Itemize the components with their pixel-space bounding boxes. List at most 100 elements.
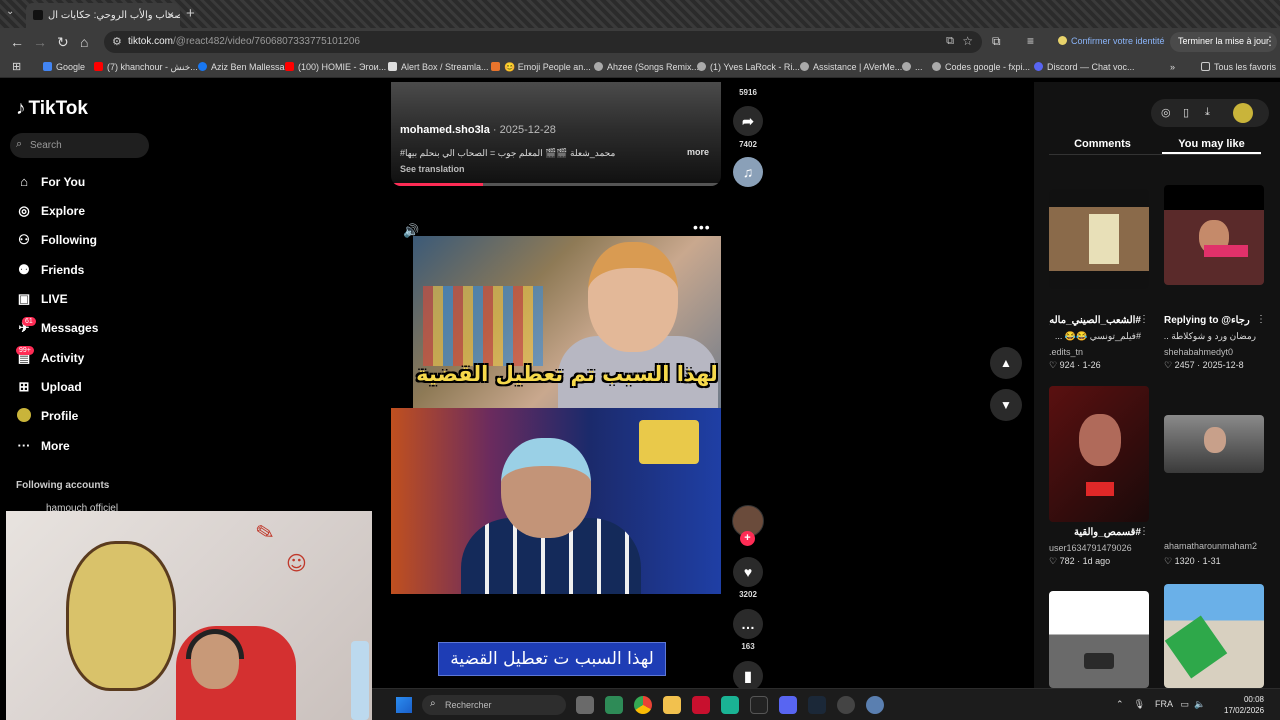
language-indicator[interactable]: FRA bbox=[1155, 699, 1173, 709]
browser-tab[interactable]: الصحاب والأب الروحي: حكايات ال... × bbox=[26, 3, 180, 28]
suggested-video-thumbnail[interactable] bbox=[1164, 584, 1264, 688]
taskbar-app-icon[interactable] bbox=[605, 696, 623, 714]
see-translation-link[interactable]: See translation bbox=[400, 164, 465, 174]
video-author[interactable]: mohamed.sho3la · 2025-12-28 bbox=[400, 124, 556, 136]
more-button[interactable]: more bbox=[687, 147, 709, 157]
taskbar-app-icon[interactable] bbox=[837, 696, 855, 714]
card-title[interactable]: Replying to @رجاء bbox=[1164, 315, 1256, 326]
file-explorer-icon[interactable] bbox=[663, 696, 681, 714]
sidebar-item-more[interactable]: ··· More bbox=[16, 438, 70, 453]
card-author[interactable]: user1634791479026 bbox=[1049, 543, 1132, 553]
bookmark-item[interactable]: Discord — Chat voc... bbox=[1034, 62, 1135, 72]
video-progress-bar[interactable] bbox=[391, 183, 721, 186]
download-icon[interactable]: ⤓ bbox=[1205, 106, 1210, 119]
comment-button[interactable]: … 163 bbox=[733, 609, 763, 651]
new-tab-icon[interactable]: + bbox=[186, 5, 195, 22]
speaker-icon[interactable]: 🔈 bbox=[1194, 699, 1205, 709]
bookmark-item[interactable]: (100) HOMIE - Эгои... bbox=[285, 62, 386, 72]
previous-video-card[interactable]: mohamed.sho3la · 2025-12-28 #محمد_شعلة 🎬… bbox=[391, 82, 721, 186]
share-button[interactable]: ➦ bbox=[733, 106, 763, 139]
avatar[interactable] bbox=[1233, 103, 1253, 123]
microphone-icon[interactable]: 🎙 bbox=[1134, 699, 1145, 709]
more-options-icon[interactable]: ⋮ bbox=[1139, 526, 1149, 537]
all-bookmarks-folder[interactable]: Tous les favoris bbox=[1201, 62, 1276, 72]
forward-arrow-icon[interactable]: → bbox=[33, 34, 47, 50]
bookmark-item[interactable]: (7) khanchour - خنش... bbox=[94, 62, 198, 73]
taskbar-search-input[interactable]: ⌕ Rechercher bbox=[422, 695, 566, 715]
sound-disc[interactable]: ♫ bbox=[733, 157, 763, 190]
chevron-up-icon[interactable]: ⌃ bbox=[1116, 699, 1124, 709]
compass-icon[interactable]: ◎ bbox=[1161, 106, 1171, 119]
suggested-video-thumbnail[interactable] bbox=[1049, 591, 1149, 688]
confirm-identity-button[interactable]: Confirmer votre identité bbox=[1058, 36, 1165, 46]
bookmark-item[interactable]: (1) Yves LaRock - Ri... bbox=[697, 62, 800, 72]
sidebar-item-profile[interactable]: Profile bbox=[16, 408, 78, 423]
tiktok-logo[interactable]: ♪ TikTok bbox=[16, 98, 88, 120]
phone-icon[interactable]: ▯ bbox=[1183, 106, 1189, 119]
bookmark-item[interactable]: Alert Box / Streamla... bbox=[388, 62, 489, 72]
video-frame-bottom bbox=[391, 408, 721, 594]
taskbar-app-icon[interactable] bbox=[721, 696, 739, 714]
back-arrow-icon[interactable]: ← bbox=[10, 34, 24, 50]
bookmark-star-icon[interactable]: ☆ bbox=[962, 34, 973, 48]
settings-gear-icon[interactable] bbox=[866, 696, 884, 714]
sidebar-item-following[interactable]: ⚇ Following bbox=[16, 232, 97, 248]
video-player[interactable]: 🔊 ••• لهذا السبب تم تعطيل القضية لهذا ال… bbox=[391, 214, 721, 688]
sidebar-item-for-you[interactable]: ⌂ For You bbox=[16, 174, 85, 189]
taskbar-app-icon[interactable] bbox=[750, 696, 768, 714]
sidebar-item-label: Friends bbox=[41, 263, 85, 277]
more-options-icon[interactable]: ⋮ bbox=[1139, 314, 1149, 325]
bookmark-item[interactable]: Codes google - fxpi... bbox=[932, 62, 1030, 72]
windows-start-icon[interactable] bbox=[396, 697, 412, 713]
sidebar-item-live[interactable]: ▣ LIVE bbox=[16, 291, 68, 307]
tab-comments[interactable]: Comments bbox=[1049, 138, 1156, 150]
taskbar-app-icon[interactable] bbox=[692, 696, 710, 714]
like-button[interactable]: ♥ 3202 bbox=[733, 557, 763, 599]
discord-icon[interactable] bbox=[779, 696, 797, 714]
card-title[interactable]: #قسمص_والقية bbox=[1049, 527, 1141, 538]
apps-grid-icon[interactable]: ⊞ bbox=[12, 60, 21, 73]
system-tray: ⌃ 🎙 FRA ▭ 🔈 bbox=[1116, 699, 1205, 710]
browser-menu-icon[interactable]: ⋮ bbox=[1264, 34, 1276, 48]
card-author[interactable]: ahamatharounmaham2 bbox=[1164, 541, 1257, 551]
tab-search-icon[interactable]: ⌄ bbox=[6, 6, 14, 17]
bookmark-item[interactable]: Assistance | AVerMe... bbox=[800, 62, 902, 72]
extensions-icon[interactable]: ⧉ bbox=[992, 34, 1001, 49]
finish-update-button[interactable]: Terminer la mise à jour bbox=[1170, 32, 1278, 52]
tab-you-may-like[interactable]: You may like bbox=[1162, 138, 1261, 150]
more-bookmarks-icon[interactable]: » bbox=[1170, 62, 1175, 72]
follow-plus-icon[interactable]: + bbox=[740, 531, 755, 546]
close-tab-icon[interactable]: × bbox=[167, 8, 174, 22]
sidebar-item-friends[interactable]: ⚉ Friends bbox=[16, 262, 84, 278]
network-icon[interactable]: ▭ bbox=[1181, 699, 1190, 709]
suggested-video-thumbnail[interactable] bbox=[1049, 189, 1149, 289]
more-options-icon[interactable]: ••• bbox=[693, 219, 711, 235]
taskbar-clock[interactable]: 00:08 17/02/2026 bbox=[1224, 694, 1264, 716]
steam-icon[interactable] bbox=[808, 696, 826, 714]
bookmark-item[interactable]: Google bbox=[43, 62, 85, 72]
chrome-icon[interactable] bbox=[634, 696, 652, 714]
card-author[interactable]: shehabahmedyt0 bbox=[1164, 347, 1233, 357]
bookmark-item[interactable]: Ahzee (Songs Remix... bbox=[594, 62, 699, 72]
reload-icon[interactable]: ↻ bbox=[57, 34, 69, 51]
task-view-icon[interactable] bbox=[576, 696, 594, 714]
home-icon[interactable]: ⌂ bbox=[80, 34, 88, 50]
site-info-icon[interactable]: ⚙ bbox=[112, 35, 122, 48]
sidebar-item-explore[interactable]: ◎ Explore bbox=[16, 203, 85, 219]
suggested-video-thumbnail[interactable] bbox=[1164, 415, 1264, 473]
previous-video-button[interactable]: ▲ bbox=[990, 347, 1022, 379]
bookmark-item[interactable]: 😊 Emoji People an... bbox=[491, 62, 591, 73]
bookmark-item[interactable]: Aziz Ben Mallessa bbox=[198, 62, 285, 72]
bookmark-item[interactable]: ... bbox=[902, 62, 923, 72]
suggested-video-thumbnail[interactable] bbox=[1164, 185, 1264, 285]
more-options-icon[interactable]: ⋮ bbox=[1256, 314, 1266, 325]
reading-list-icon[interactable]: ≡ bbox=[1027, 34, 1034, 48]
card-title[interactable]: #الشعب_الصيني_ماله_حل bbox=[1049, 315, 1141, 326]
sidebar-item-upload[interactable]: ⊞ Upload bbox=[16, 379, 82, 395]
install-app-icon[interactable]: ⧉ bbox=[946, 35, 954, 48]
suggested-video-thumbnail[interactable] bbox=[1049, 386, 1149, 522]
next-video-button[interactable]: ▼ bbox=[990, 389, 1022, 421]
card-author[interactable]: .edits_tn bbox=[1049, 347, 1083, 357]
address-bar[interactable]: ⚙ tiktok.com/@react482/video/76068073337… bbox=[104, 31, 982, 53]
search-input[interactable]: ⌕ Search bbox=[10, 133, 149, 158]
